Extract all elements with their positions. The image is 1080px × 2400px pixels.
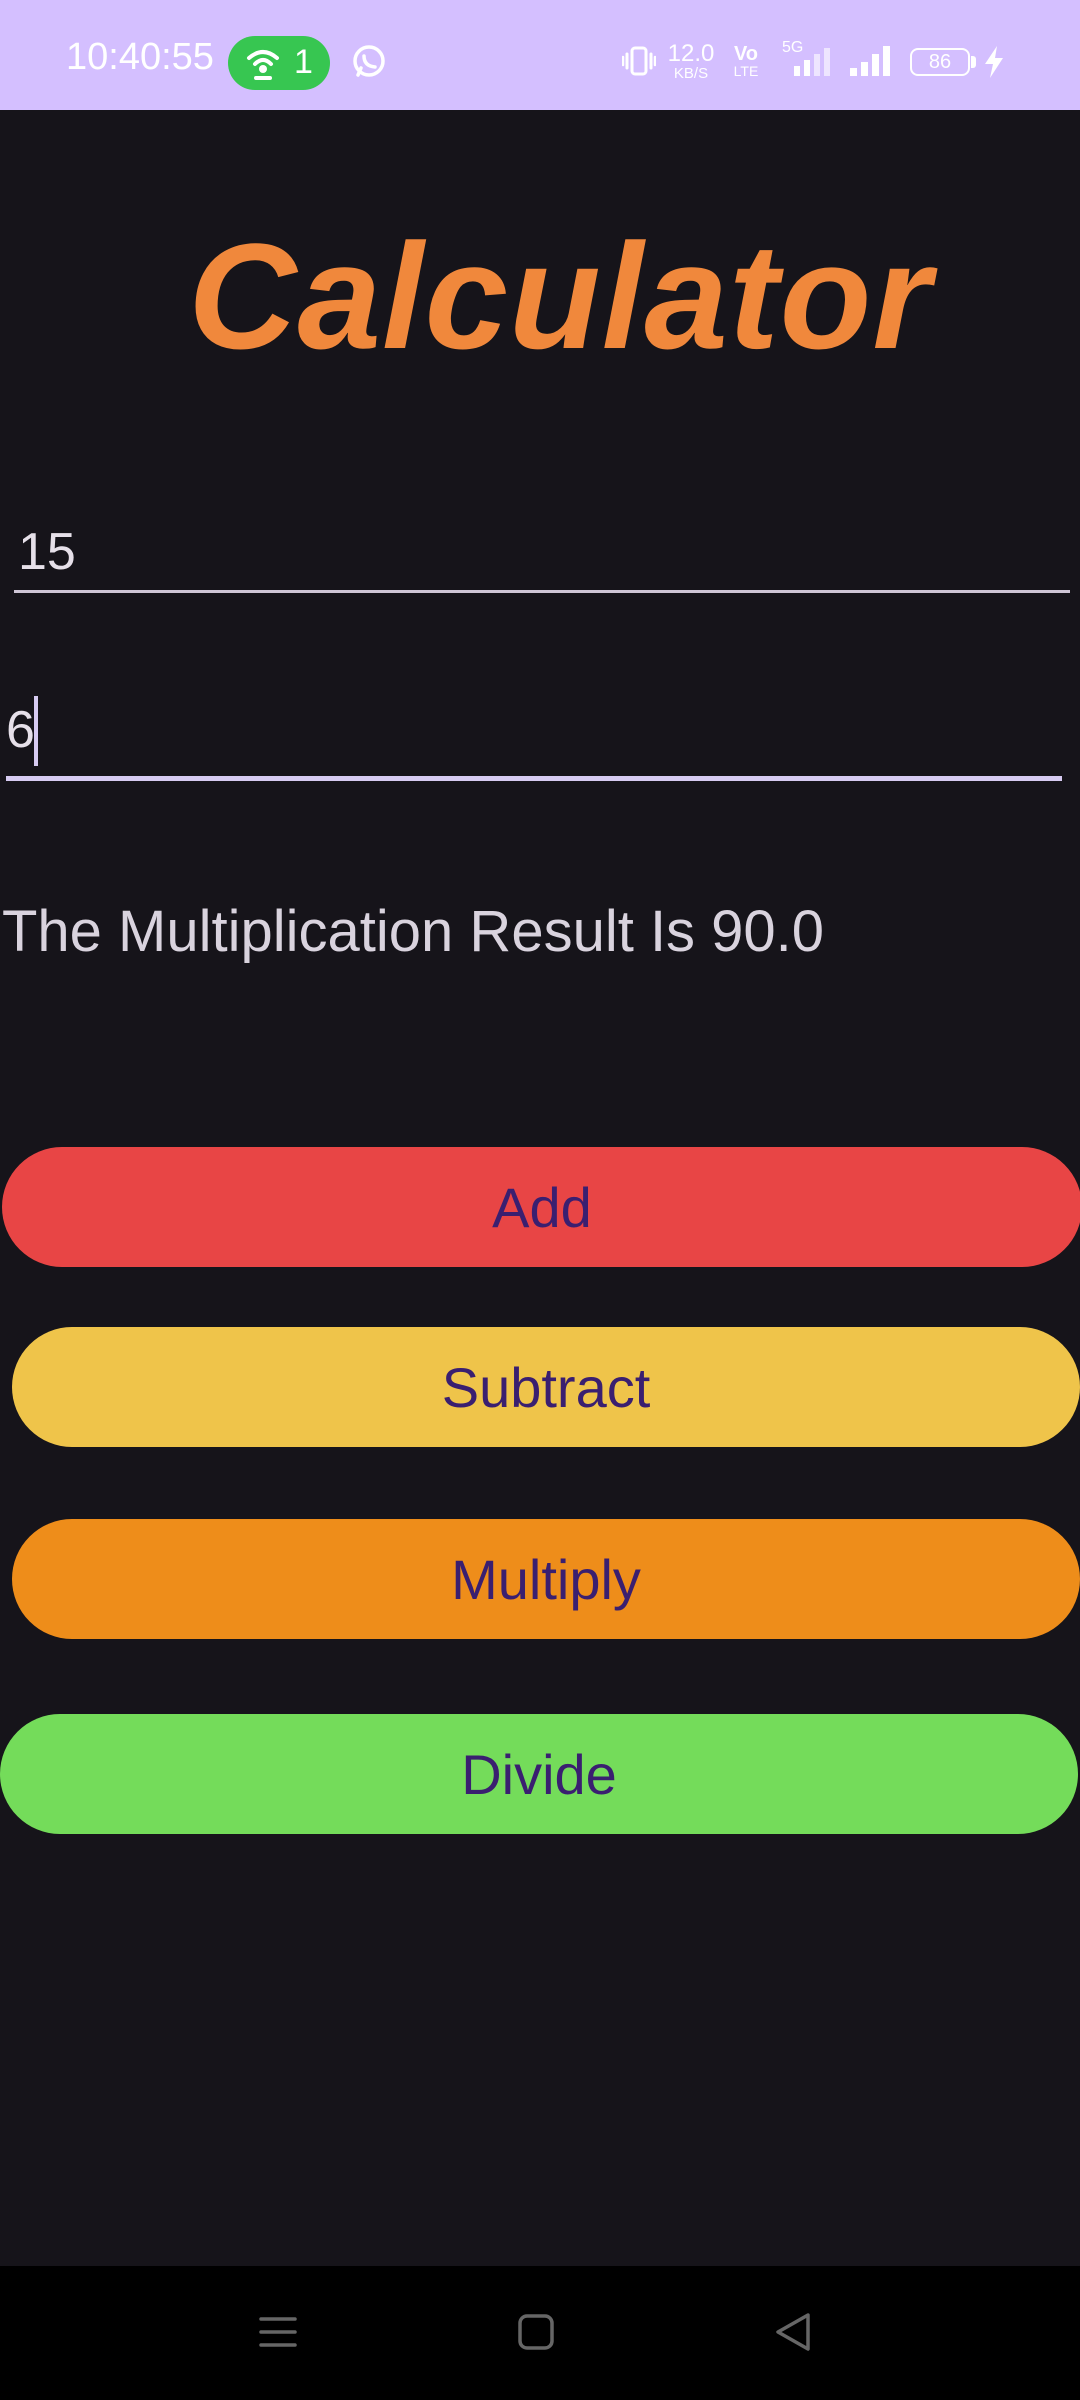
signal-icon [850,46,890,76]
volte-indicator: Vo LTE [726,44,766,78]
divide-button[interactable]: Divide [0,1714,1078,1834]
charging-bolt-icon [985,46,1003,78]
battery-tip [971,56,976,68]
status-time: 10:40:55 [66,36,214,78]
first-number-input[interactable]: 15 [14,508,1070,593]
net-speed: 12.0 KB/S [666,40,716,82]
battery-level: 86 [928,51,952,73]
battery-indicator: 86 [910,48,970,76]
hotspot-icon [247,50,279,80]
second-number-input[interactable]: 6 [6,690,1062,781]
add-button[interactable]: Add [2,1147,1080,1267]
status-bar: 10:40:55 1 12.0 KB/S Vo LTE 5G 86 [0,0,1080,110]
home-icon[interactable] [516,2312,556,2352]
volte-top: Vo [733,43,759,65]
net-speed-unit: KB/S [673,65,709,82]
vibrate-icon [622,46,656,76]
subtract-button[interactable]: Subtract [12,1327,1080,1447]
first-number-value: 15 [18,523,76,581]
app-title: Calculator [188,212,932,380]
second-number-value: 6 [6,701,35,759]
menu-icon[interactable] [258,2312,298,2352]
result-text: The Multiplication Result Is 90.0 [2,899,825,964]
text-caret [34,696,38,766]
multiply-button[interactable]: Multiply [12,1519,1080,1639]
hotspot-count: 1 [294,43,313,81]
calculator-screen: 10:40:55 1 12.0 KB/S Vo LTE 5G 86 Calcul… [0,0,1080,2400]
whatsapp-icon [353,45,385,77]
signal-icon [794,48,830,76]
back-icon[interactable] [772,2310,814,2354]
net-speed-value: 12.0 [667,40,715,67]
volte-bottom: LTE [733,63,759,79]
hotspot-indicator: 1 [228,36,330,90]
navigation-bar [0,2266,1080,2400]
